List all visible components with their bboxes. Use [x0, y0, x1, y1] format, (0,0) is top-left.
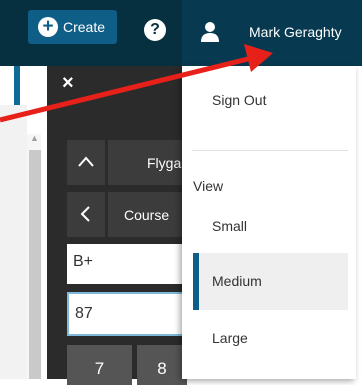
question-circle-icon[interactable]: ?: [144, 19, 166, 41]
letter-grade-field[interactable]: B+: [67, 244, 187, 284]
student-name-label: Flyga: [147, 155, 182, 171]
user-menu-button[interactable]: Mark Geraghty: [182, 0, 362, 66]
chevron-left-icon: [80, 206, 90, 222]
view-option-small[interactable]: Small: [212, 218, 247, 234]
close-icon[interactable]: ×: [62, 72, 74, 95]
score-input[interactable]: 87: [67, 292, 187, 336]
sign-out-link[interactable]: Sign Out: [212, 92, 266, 108]
scrollbar-thumb[interactable]: [29, 150, 41, 379]
view-option-large[interactable]: Large: [212, 330, 248, 346]
create-button-label: Create: [63, 19, 106, 35]
previous-item-button[interactable]: [67, 192, 105, 237]
view-heading: View: [193, 178, 224, 194]
chevron-up-icon: [78, 156, 94, 167]
left-pane-edge: [0, 105, 27, 379]
course-label: Course: [124, 207, 170, 223]
view-option-medium-label: Medium: [212, 273, 262, 289]
create-button[interactable]: + Create: [28, 10, 117, 44]
keypad-key-7[interactable]: 7: [67, 345, 132, 385]
sidebar-active-indicator: [14, 66, 20, 105]
keypad-key-8[interactable]: 8: [137, 345, 187, 385]
user-dropdown-menu: Sign Out View Small Medium Large: [182, 66, 356, 379]
previous-student-button[interactable]: [67, 140, 105, 185]
scroll-up-arrow-icon[interactable]: ▲: [30, 133, 39, 143]
user-name: Mark Geraghty: [249, 24, 342, 40]
user-icon: [201, 22, 219, 42]
top-navigation-bar: + Create ? Mark Geraghty: [0, 0, 362, 66]
plus-circle-icon: +: [38, 17, 58, 37]
view-option-medium-selected[interactable]: Medium: [193, 253, 348, 310]
menu-divider: [192, 150, 348, 151]
